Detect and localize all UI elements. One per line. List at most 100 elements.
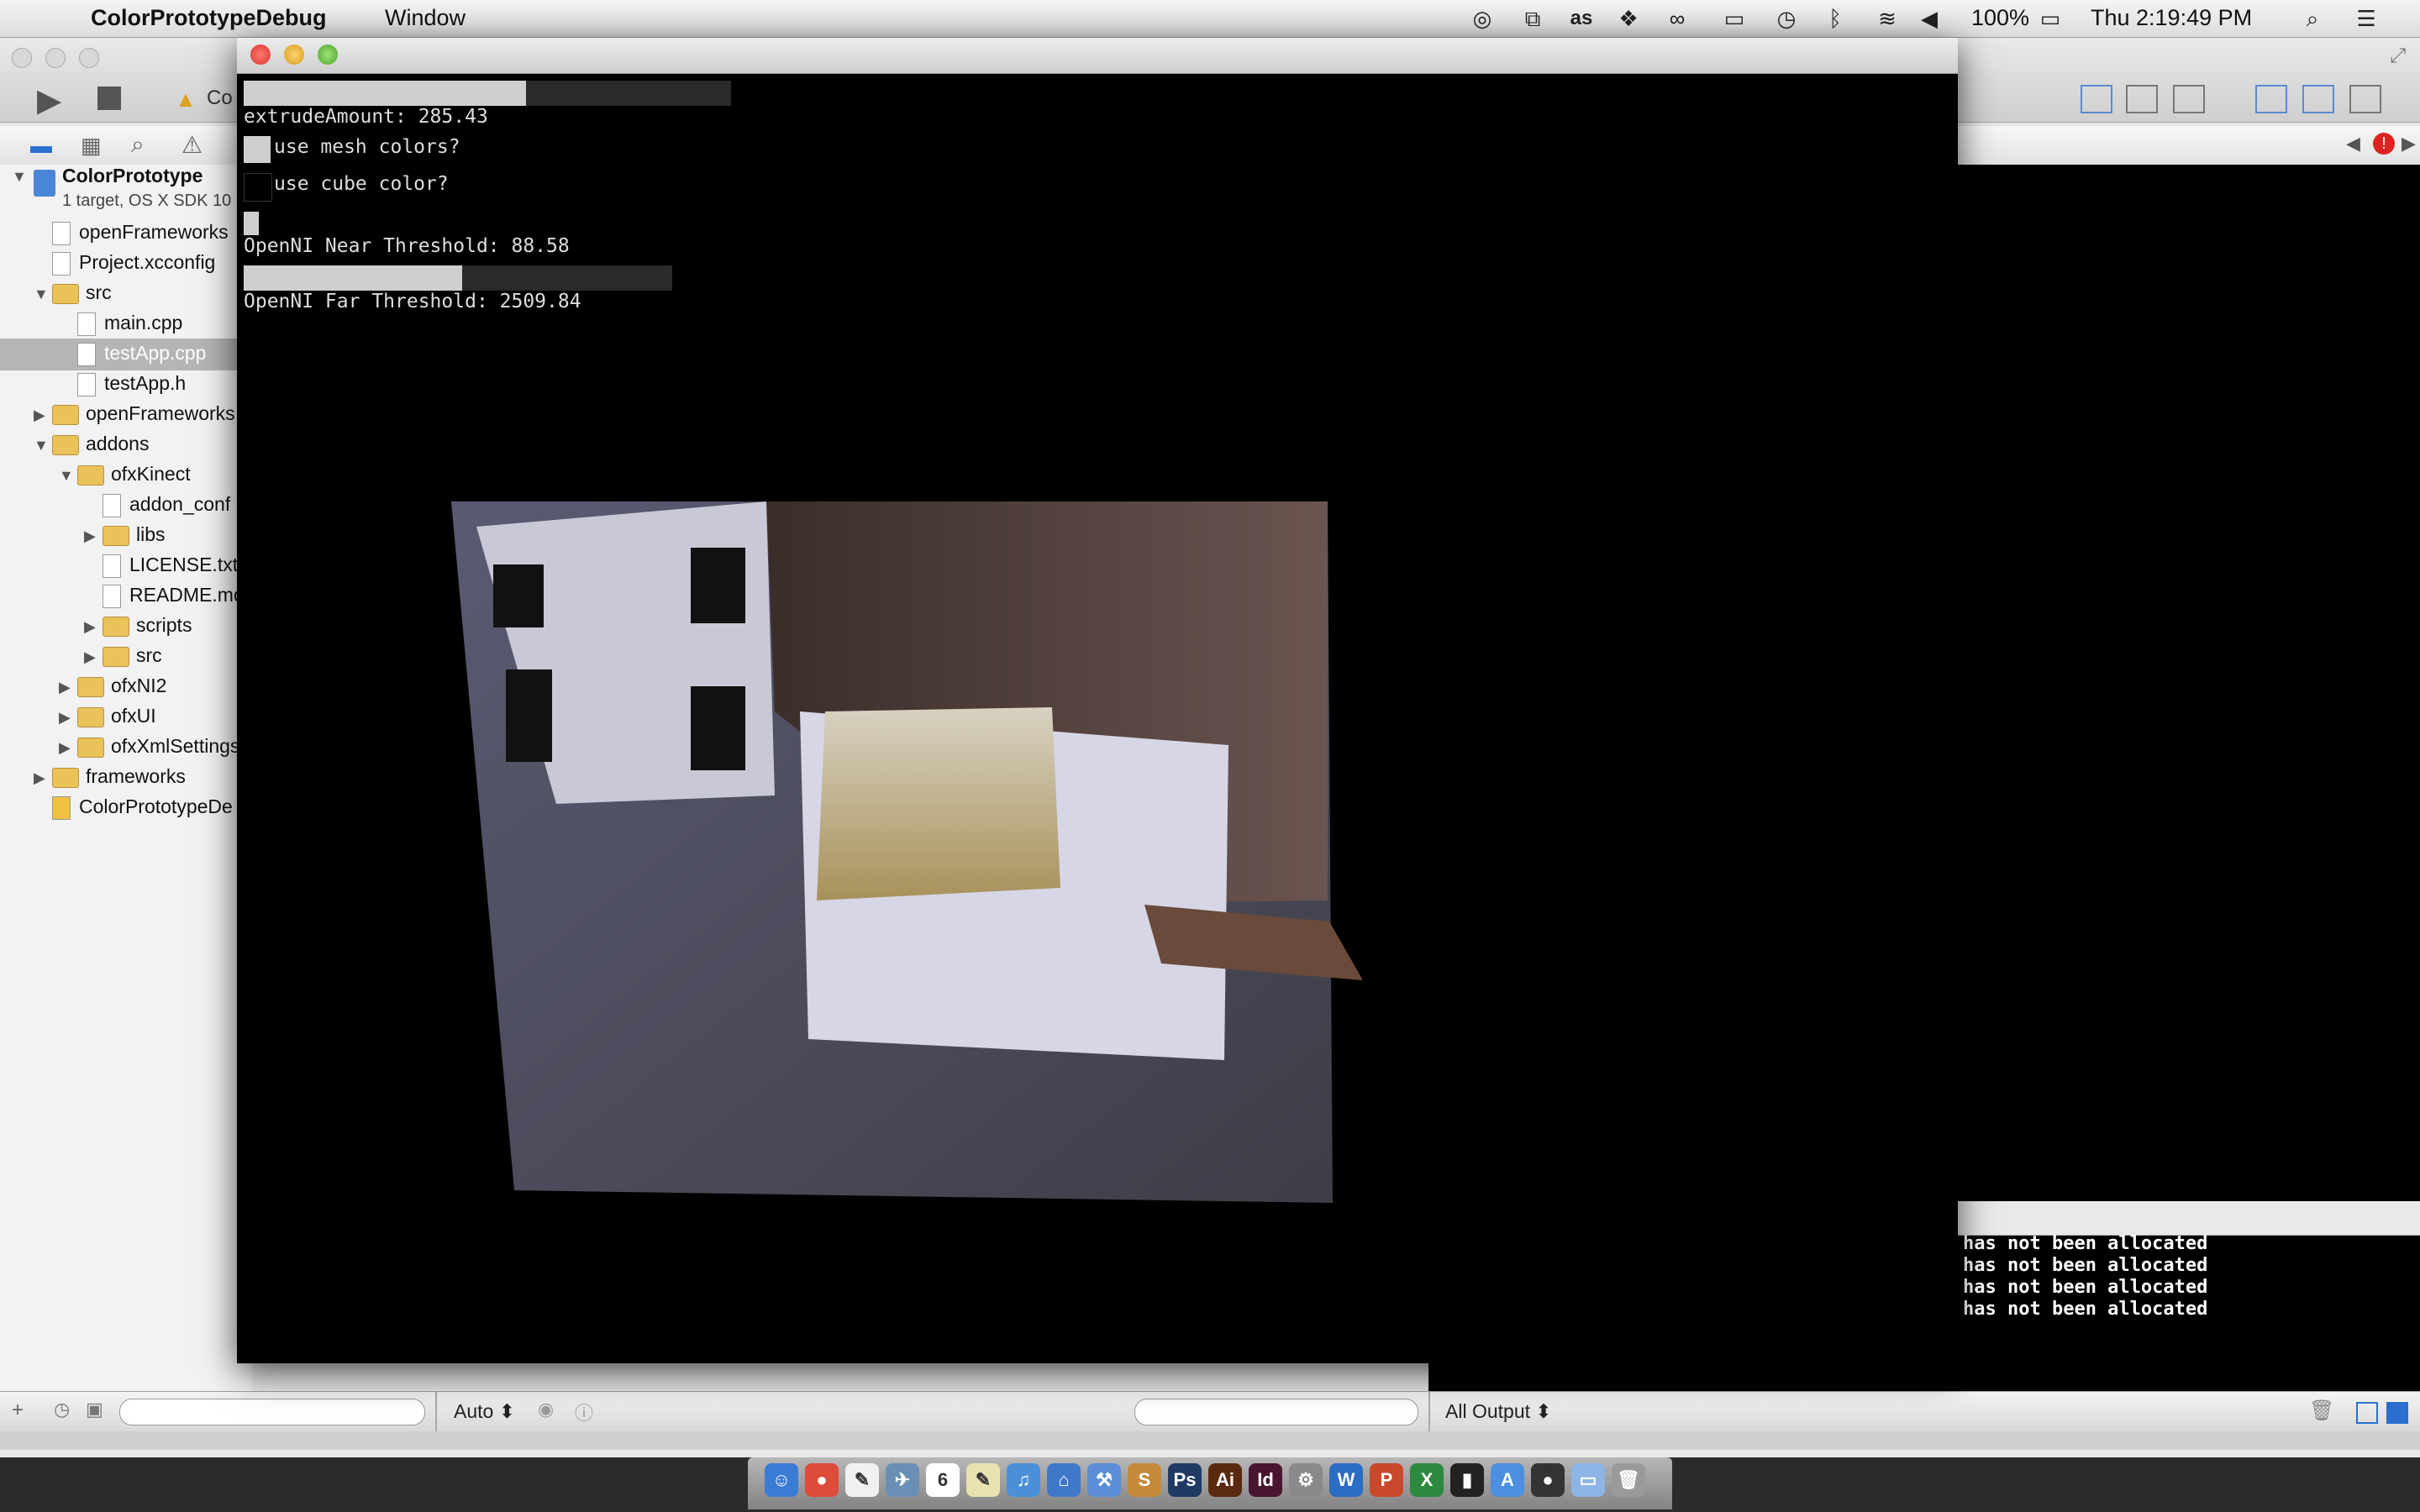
creative-cloud-icon[interactable]: ∞ [1664, 5, 1691, 32]
chrome-icon[interactable]: ● [805, 1463, 839, 1497]
fullscreen-icon[interactable]: ⤢ [2390, 45, 2406, 68]
word-icon[interactable]: W [1329, 1463, 1363, 1497]
powerpoint-icon[interactable]: P [1370, 1463, 1403, 1497]
bluetooth-icon[interactable]: ᛒ [1822, 5, 1849, 32]
zoom-light-icon[interactable] [79, 48, 99, 68]
disclosure-open-icon[interactable]: ▼ [34, 430, 52, 459]
airplay-icon[interactable]: ▭ [1721, 5, 1748, 32]
preview-icon[interactable]: ✈ [886, 1463, 919, 1497]
tree-row[interactable]: LICENSE.txt [84, 549, 252, 580]
of-window-titlebar[interactable] [237, 38, 1958, 74]
appstore-icon[interactable]: A [1491, 1463, 1524, 1497]
standard-editor-icon[interactable] [2081, 85, 2112, 113]
of-zoom-icon[interactable] [318, 45, 338, 65]
disclosure-closed-icon[interactable]: ▶ [34, 400, 52, 428]
tree-row[interactable]: ▶ frameworks [34, 761, 252, 791]
trash-icon[interactable]: 🗑 [1612, 1463, 1645, 1497]
disclosure-open-icon[interactable]: ▼ [59, 460, 77, 489]
run-button[interactable]: ▶ [37, 81, 61, 119]
tree-row[interactable]: ▼ src [34, 277, 252, 307]
excel-icon[interactable]: X [1410, 1463, 1444, 1497]
tree-row[interactable]: ▶ libs [84, 519, 252, 549]
disclosure-closed-icon[interactable]: ▶ [34, 763, 52, 791]
disclosure-open-icon[interactable]: ▼ [34, 279, 52, 307]
version-editor-icon[interactable] [2173, 85, 2205, 113]
info-icon[interactable]: ⓘ [575, 1399, 593, 1425]
camera-icon[interactable]: ● [1531, 1463, 1565, 1497]
disclosure-closed-icon[interactable]: ▶ [59, 702, 77, 731]
add-icon[interactable]: + [12, 1399, 24, 1422]
spotlight-icon[interactable]: ⌕ [2299, 5, 2326, 32]
of-minimize-icon[interactable] [284, 45, 304, 65]
disclosure-closed-icon[interactable]: ▶ [84, 521, 103, 549]
disclosure-closed-icon[interactable]: ▶ [59, 732, 77, 761]
toggle-utilities-icon[interactable] [2349, 85, 2381, 113]
tree-row[interactable]: ▶ src [84, 640, 252, 670]
variables-filter-field[interactable] [1134, 1399, 1418, 1425]
stop-button[interactable] [97, 87, 121, 110]
dropbox-icon[interactable]: ❖ [1615, 5, 1642, 32]
project-title[interactable]: ColorPrototype [62, 165, 203, 187]
issue-navigator-icon[interactable]: ⚠ [182, 131, 203, 159]
time-machine-icon[interactable]: ◷ [1773, 5, 1800, 32]
sublime-icon[interactable]: S [1128, 1463, 1161, 1497]
assistant-editor-icon[interactable] [2126, 85, 2158, 113]
show-console-icon[interactable] [2386, 1402, 2408, 1424]
console-output-select[interactable]: All Output ⬍ [1445, 1400, 1552, 1423]
variables-scope-select[interactable]: Auto ⬍ [454, 1400, 515, 1423]
keynote-icon[interactable]: ⌂ [1047, 1463, 1081, 1497]
photoshop-icon[interactable]: Ps [1168, 1463, 1202, 1497]
toggle-navigator-icon[interactable] [2255, 85, 2287, 113]
utility-icon[interactable]: ⚙ [1289, 1463, 1323, 1497]
terminal-icon[interactable]: ▮ [1450, 1463, 1484, 1497]
tree-row[interactable]: openFrameworks [34, 217, 252, 247]
volume-icon[interactable]: ◀ [1916, 5, 1943, 32]
disclosure-closed-icon[interactable]: ▶ [84, 612, 103, 640]
notification-center-icon[interactable]: ☰ [2353, 5, 2380, 32]
project-navigator-icon[interactable]: ▬ [30, 133, 52, 159]
scm-filter-icon[interactable]: ▣ [86, 1399, 103, 1420]
tree-row[interactable]: testApp.h [59, 368, 252, 398]
xcode-icon[interactable]: ⚒ [1087, 1463, 1121, 1497]
calendar-icon[interactable]: 6 [926, 1463, 960, 1497]
toggle-debug-area-icon[interactable] [2302, 85, 2334, 113]
notes-icon[interactable]: ✎ [845, 1463, 879, 1497]
illustrator-icon[interactable]: Ai [1208, 1463, 1242, 1497]
jump-prev-icon[interactable]: ◀ [2346, 133, 2360, 155]
navigator-filter-field[interactable] [119, 1399, 425, 1425]
indesign-icon[interactable]: Id [1249, 1463, 1282, 1497]
disclosure-closed-icon[interactable]: ▶ [59, 672, 77, 701]
tree-row[interactable]: ▶ scripts [84, 610, 252, 640]
tree-row[interactable]: ▶ ofxNI2 [59, 670, 252, 701]
clear-console-icon[interactable]: 🗑 [2309, 1399, 2334, 1423]
show-variables-icon[interactable] [2356, 1402, 2378, 1424]
quicklook-icon[interactable]: ◉ [538, 1399, 554, 1420]
tree-row[interactable]: ▶ ofxXmlSettings [59, 731, 252, 761]
menu-window[interactable]: Window [385, 5, 466, 31]
screen-share-icon[interactable]: ⧉ [1519, 5, 1546, 32]
of-close-icon[interactable] [250, 45, 271, 65]
tree-row[interactable]: ▼ ofxKinect [59, 459, 252, 489]
issue-error-icon[interactable]: ! [2373, 133, 2395, 155]
tree-row[interactable]: Project.xcconfig [34, 247, 252, 277]
itunes-icon[interactable]: ♫ [1007, 1463, 1040, 1497]
menu-clock[interactable]: Thu 2:19:49 PM [2091, 5, 2252, 31]
symbol-navigator-icon[interactable]: ▦ [81, 133, 102, 159]
tree-row[interactable]: ColorPrototypeDe [34, 791, 252, 822]
tree-row[interactable]: README.md [84, 580, 252, 610]
scheme-selector[interactable]: Co [207, 87, 233, 110]
folder-icon[interactable]: ▭ [1571, 1463, 1605, 1497]
finder-icon[interactable]: ☺ [765, 1463, 798, 1497]
close-light-icon[interactable] [12, 48, 32, 68]
tree-row[interactable]: ▶ openFrameworks [34, 398, 252, 428]
lastfm-icon[interactable]: as [1568, 5, 1595, 32]
menu-app-name[interactable]: ColorPrototypeDebug [91, 5, 327, 31]
recent-filter-icon[interactable]: ◷ [54, 1399, 70, 1420]
disclosure-closed-icon[interactable]: ▶ [84, 642, 103, 670]
jump-next-icon[interactable]: ▶ [2402, 133, 2416, 155]
tree-row[interactable]: testApp.cpp [59, 338, 252, 368]
search-navigator-icon[interactable]: ⌕ [131, 131, 145, 159]
tree-row[interactable]: main.cpp [59, 307, 252, 338]
notepad-icon[interactable]: ✎ [966, 1463, 1000, 1497]
minimize-light-icon[interactable] [45, 48, 66, 68]
